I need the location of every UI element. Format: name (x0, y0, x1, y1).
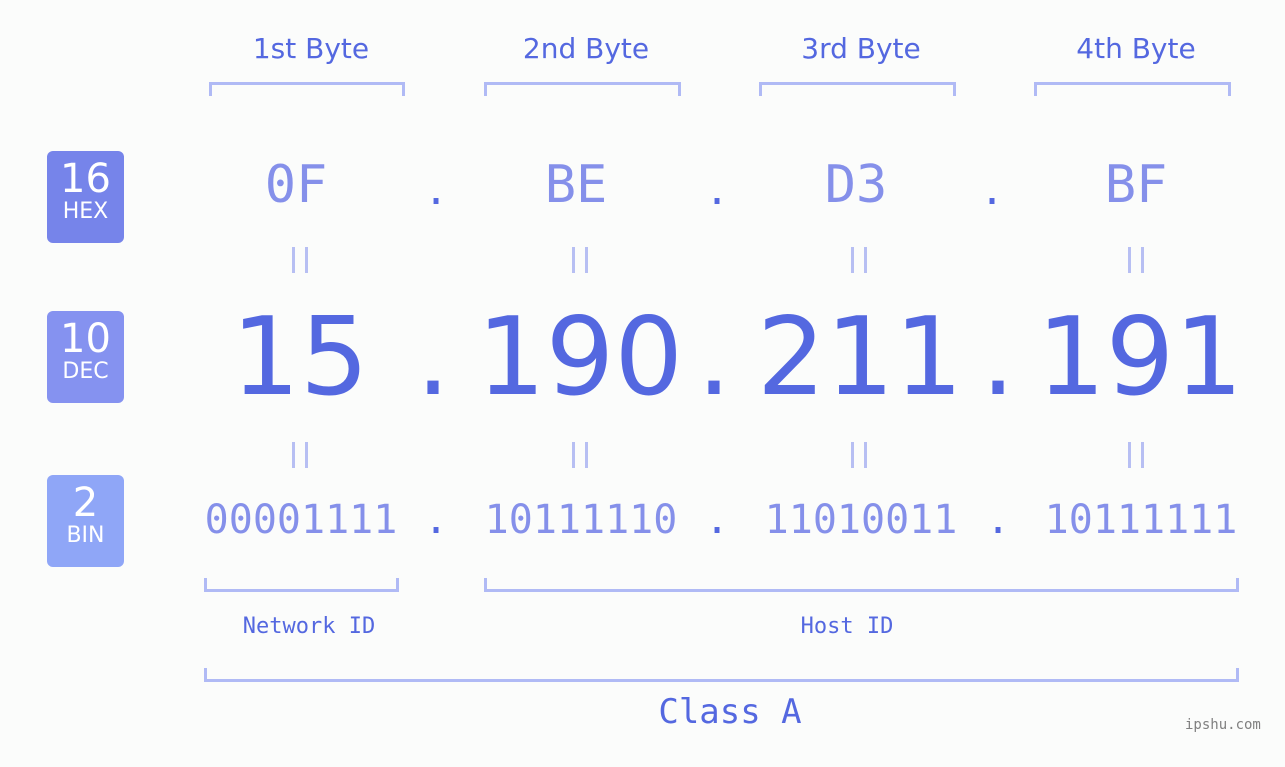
equals-icon (851, 247, 867, 273)
class-label: Class A (658, 692, 802, 732)
byte-header-2: 2nd Byte (522, 32, 650, 65)
class-bracket (204, 668, 1239, 682)
dec-separator-2: . (696, 295, 732, 420)
bin-separator-3: . (985, 497, 1011, 543)
dec-separator-3: . (980, 295, 1016, 420)
equals-icon (851, 442, 867, 468)
byte-header-4: 4th Byte (1076, 32, 1196, 65)
watermark: ipshu.com (1185, 717, 1261, 733)
hex-separator-1: . (423, 168, 449, 214)
hex-badge: 16 HEX (47, 151, 124, 243)
host-id-label: Host ID (800, 614, 894, 639)
hex-separator-3: . (979, 168, 1005, 214)
byte-header-3: 3rd Byte (801, 32, 921, 65)
bin-separator-1: . (423, 497, 449, 543)
equals-icon (292, 247, 308, 273)
host-id-bracket (484, 578, 1239, 592)
bin-badge: 2 BIN (47, 475, 124, 567)
network-id-label: Network ID (242, 614, 376, 639)
dec-badge-label: DEC (62, 359, 109, 384)
byte-header-1: 1st Byte (252, 32, 370, 65)
equals-icon (292, 442, 308, 468)
equals-icon (1128, 442, 1144, 468)
hex-badge-number: 16 (60, 156, 111, 202)
dec-separator-1: . (415, 295, 451, 420)
equals-icon (572, 442, 588, 468)
bin-badge-number: 2 (72, 480, 99, 526)
byte-bracket-3 (759, 82, 956, 96)
hex-separator-2: . (704, 168, 730, 214)
byte-bracket-2 (484, 82, 681, 96)
hex-badge-label: HEX (62, 199, 109, 224)
bin-badge-label: BIN (66, 523, 105, 548)
byte-bracket-1 (209, 82, 405, 96)
dec-badge: 10 DEC (47, 311, 124, 403)
equals-icon (572, 247, 588, 273)
dec-badge-number: 10 (60, 316, 111, 362)
byte-bracket-4 (1034, 82, 1231, 96)
bin-separator-2: . (704, 497, 730, 543)
equals-icon (1128, 247, 1144, 273)
network-id-bracket (204, 578, 399, 592)
